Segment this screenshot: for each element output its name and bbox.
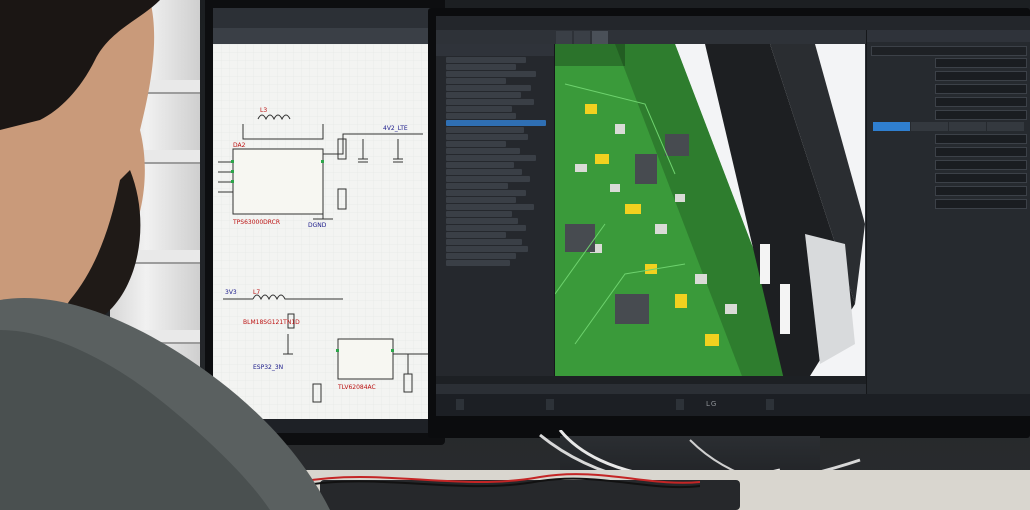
prop-value-8[interactable]	[935, 172, 1027, 183]
segment-2[interactable]	[949, 122, 986, 131]
prop-value-6[interactable]	[935, 146, 1027, 157]
taskbar-item-3[interactable]	[766, 399, 774, 410]
projects-panel	[436, 44, 555, 384]
tab-pcb[interactable]	[592, 31, 608, 45]
prop-value-2[interactable]	[935, 83, 1027, 94]
document-tabs	[556, 30, 610, 45]
photo-scene: DA2 L3 TPS63000DRCR L7 BLM18SG121TN1D TL…	[0, 0, 1030, 510]
prop-value-4[interactable]	[935, 109, 1027, 120]
prop-value-5[interactable]	[935, 133, 1027, 144]
prop-value-10[interactable]	[935, 198, 1027, 209]
prop-value-0[interactable]	[935, 57, 1027, 68]
properties-header	[867, 30, 1030, 42]
taskbar-item-1[interactable]	[546, 399, 554, 410]
prop-value-7[interactable]	[935, 159, 1027, 170]
pcb-3d-render	[555, 44, 865, 384]
prop-value-3[interactable]	[935, 96, 1027, 107]
windows-taskbar	[436, 394, 1030, 416]
schematic-part-u2: TLV62084AC	[337, 384, 376, 391]
menu-bar	[436, 16, 1030, 30]
projects-header	[436, 44, 554, 56]
status-bar	[436, 376, 866, 384]
prop-value-1[interactable]	[935, 70, 1027, 81]
segment-0[interactable]	[873, 122, 910, 131]
prop-value-9[interactable]	[935, 185, 1027, 196]
segment-1[interactable]	[911, 122, 948, 131]
tab-schematic[interactable]	[574, 31, 590, 45]
breadboard-wires	[300, 473, 700, 489]
taskbar-item-0[interactable]	[456, 399, 464, 410]
taskbar-item-2[interactable]	[676, 399, 684, 410]
properties-panel	[866, 30, 1030, 416]
model-type-segment	[873, 122, 1025, 131]
monitor-brand-logo: LG	[706, 400, 718, 408]
properties-search[interactable]	[871, 45, 1027, 56]
tab-home[interactable]	[556, 31, 572, 45]
person-foreground	[0, 0, 330, 510]
pcb-3d-viewport[interactable]	[555, 44, 865, 384]
schematic-net-4v2: 4V2_LTE	[383, 125, 408, 132]
segment-3[interactable]	[987, 122, 1024, 131]
right-monitor-screen	[436, 16, 1030, 416]
